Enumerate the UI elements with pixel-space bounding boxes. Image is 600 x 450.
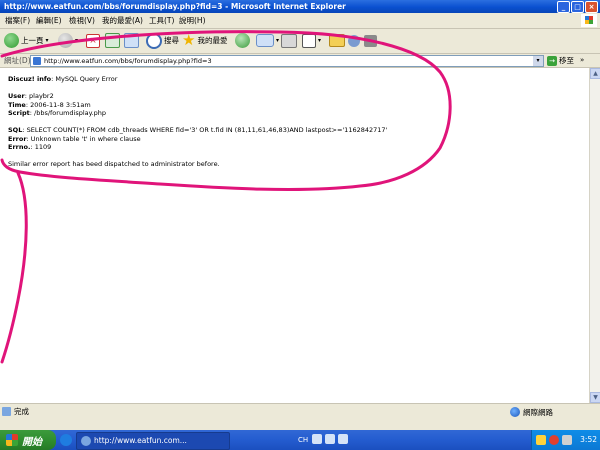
ime-icon-2[interactable] — [325, 434, 335, 444]
internet-globe-icon — [510, 407, 520, 417]
ime-icon-3[interactable] — [338, 434, 348, 444]
start-button[interactable]: 開始 — [0, 430, 56, 450]
quick-launch-ie-icon[interactable] — [60, 434, 72, 446]
language-indicator[interactable]: CH — [298, 434, 308, 446]
status-text: 完成 — [14, 407, 29, 416]
ime-toolbar — [312, 434, 348, 444]
zone-label: 網際網路 — [523, 407, 553, 417]
tray-security-icon[interactable] — [549, 435, 559, 445]
clock: 3:52 — [580, 435, 597, 444]
status-bar: 完成 網際網路 — [0, 403, 600, 420]
ime-icon-1[interactable] — [312, 434, 322, 444]
scroll-up-icon[interactable]: ▲ — [590, 68, 600, 79]
ie-icon — [81, 436, 91, 446]
scroll-down-icon[interactable]: ▼ — [590, 392, 600, 403]
windows-flag-icon — [6, 434, 18, 446]
system-tray: 3:52 — [531, 430, 600, 450]
tray-app-icon[interactable] — [536, 435, 546, 445]
taskbar-task-ie[interactable]: http://www.eatfun.com... — [76, 432, 230, 450]
taskbar: 開始 http://www.eatfun.com... CH 3:52 — [0, 430, 600, 450]
page-done-icon — [2, 407, 11, 416]
pink-annotation-loop — [0, 30, 452, 364]
start-label: 開始 — [22, 436, 42, 448]
task-label: http://www.eatfun.com... — [94, 436, 187, 445]
security-zone: 網際網路 — [510, 404, 553, 420]
tray-volume-icon[interactable] — [562, 435, 572, 445]
vertical-scrollbar[interactable]: ▲ ▼ — [589, 68, 600, 403]
